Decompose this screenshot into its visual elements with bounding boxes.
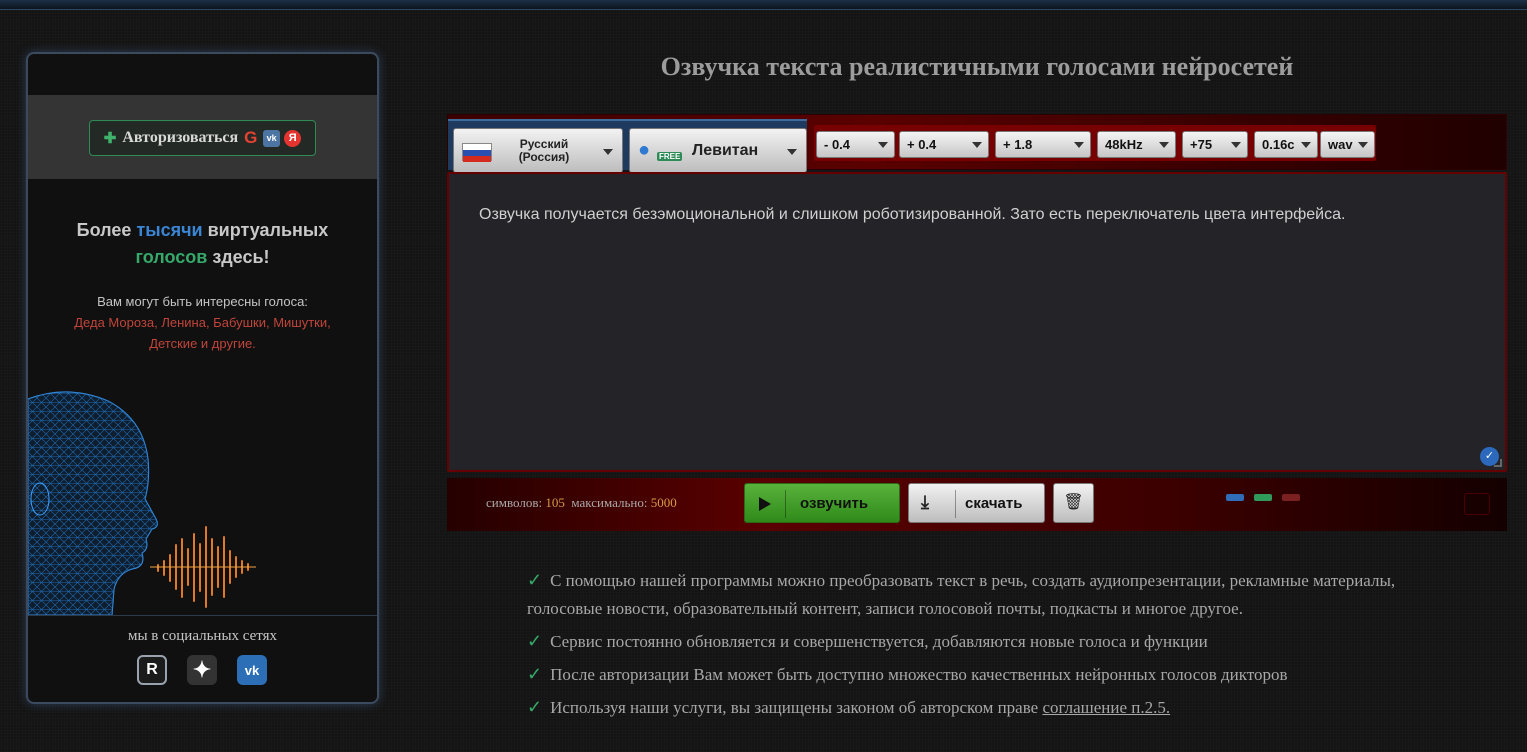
promo-voices-link[interactable]: Детские и другие. (28, 333, 377, 354)
symbols-count: 105 (545, 495, 565, 510)
format-value: wav (1328, 137, 1353, 152)
voice-label: Левитан (692, 142, 759, 159)
button-divider (785, 490, 786, 518)
pause-select[interactable]: 0.16с (1254, 131, 1318, 158)
promo-highlight: тысячи (136, 220, 203, 240)
promo-text: здесь! (207, 247, 270, 267)
rate-value: + 0.4 (907, 137, 937, 152)
check-icon: ✓ (527, 570, 543, 590)
authorize-label: Авторизоваться (122, 129, 239, 146)
play-icon (759, 497, 771, 511)
volume-select[interactable]: + 1.8 (995, 131, 1091, 158)
social-divider (28, 615, 377, 616)
chevron-down-icon (1159, 142, 1169, 148)
rate-select[interactable]: + 0.4 (899, 131, 989, 158)
format-select[interactable]: wav (1320, 131, 1375, 158)
feature-item: ✓ С помощью нашей программы можно преобра… (527, 566, 1397, 623)
promo-sub-text: Вам могут быть интересны голоса: (97, 294, 308, 309)
character-counter: символов: 105 максимально: 5000 (486, 495, 677, 511)
voice-toolbar: Русский (Россия) ● FREE Левитан - 0.4 + … (447, 114, 1507, 173)
sample-rate-select[interactable]: 48kHz (1097, 131, 1176, 158)
free-badge: FREE (657, 152, 683, 161)
theme-blue-toggle[interactable] (1226, 494, 1244, 501)
zen-icon[interactable]: ✦ (187, 655, 217, 685)
vk-icon[interactable]: vk (263, 129, 281, 147)
feature-item: ✓ Используя наши услуги, вы защищены зако… (527, 693, 1397, 722)
chevron-down-icon (878, 142, 888, 148)
theme-green-toggle[interactable] (1254, 494, 1272, 501)
voice-group: Русский (Россия) ● FREE Левитан (448, 119, 807, 173)
authorize-button[interactable]: ✚ Авторизоваться G vk Я (89, 120, 316, 156)
download-label: скачать (965, 495, 1023, 512)
trash-icon: 🗑 (1063, 494, 1084, 511)
symbols-label: символов: (486, 495, 543, 510)
language-region: (Россия) (518, 150, 570, 164)
check-icon: ✓ (527, 631, 543, 651)
language-label: Русский (Россия) (502, 138, 586, 164)
google-icon[interactable]: G (242, 128, 259, 147)
pause-value: 0.16с (1262, 137, 1295, 152)
chevron-down-icon (972, 142, 982, 148)
fullscreen-icon[interactable] (1464, 493, 1490, 515)
pitch-select[interactable]: - 0.4 (816, 131, 895, 158)
promo-subtitle: Вам могут быть интересны голоса: Деда Мо… (28, 291, 377, 354)
check-icon: ✓ (527, 664, 543, 684)
chevron-down-icon (1231, 142, 1241, 148)
promo-highlight: голосов (135, 247, 208, 267)
feature-item: ✓ После авторизации Вам может быть доступ… (527, 660, 1397, 689)
page-title: Озвучка текста реалистичными голосами не… (660, 52, 1294, 81)
promo-title: Более тысячи виртуальных голосов здесь! (28, 217, 377, 271)
user-icon: ● (638, 139, 651, 161)
chevron-down-icon (1358, 142, 1368, 148)
add-user-icon: ✚ (103, 130, 117, 147)
clear-button[interactable]: 🗑 (1053, 483, 1094, 523)
feature-text: Сервис постоянно обновляется и совершенс… (550, 632, 1208, 651)
check-icon: ✓ (527, 697, 543, 717)
theme-red-toggle[interactable] (1282, 494, 1300, 501)
ai-head-illustration (28, 391, 256, 615)
chevron-down-icon (1074, 142, 1084, 148)
features-list: ✓ С помощью нашей программы можно преобра… (527, 566, 1397, 726)
voice-parameters: - 0.4 + 0.4 + 1.8 48kHz +75 0.16с wav (814, 125, 1376, 161)
resize-handle[interactable] (1494, 459, 1502, 467)
promo-text: виртуальных (202, 220, 329, 240)
text-input[interactable]: Озвучка получается безэмоциональной и сл… (447, 172, 1507, 472)
feature-item: ✓ Сервис постоянно обновляется и совершен… (527, 627, 1397, 656)
speak-label: озвучить (800, 495, 869, 512)
chevron-down-icon (1301, 142, 1311, 148)
agreement-link[interactable]: соглашение п.2.5. (1042, 698, 1170, 717)
yandex-icon[interactable]: Я (284, 129, 302, 147)
auth-section: ✚ Авторизоваться G vk Я (28, 95, 377, 179)
sidebar: ✚ Авторизоваться G vk Я Более тысячи вир… (26, 52, 379, 704)
feature-text: После авторизации Вам может быть доступн… (550, 665, 1288, 684)
chevron-down-icon (603, 149, 613, 155)
language-select[interactable]: Русский (Россия) (453, 128, 623, 173)
rutube-icon[interactable]: R (137, 655, 167, 685)
feature-text: С помощью нашей программы можно преобраз… (527, 571, 1396, 618)
input-text: Озвучка получается безэмоциональной и сл… (479, 206, 1346, 223)
top-bar (0, 0, 1527, 10)
max-label: максимально: (571, 495, 648, 510)
sample-rate-value: 48kHz (1105, 137, 1143, 152)
social-links: R ✦ vk (137, 655, 267, 685)
download-button[interactable]: ⤓ скачать (908, 483, 1045, 523)
download-icon: ⤓ (921, 492, 929, 512)
action-bar: символов: 105 максимально: 5000 озвучить… (447, 478, 1507, 531)
emotion-value: +75 (1190, 137, 1213, 152)
max-count: 5000 (650, 495, 677, 510)
speak-button[interactable]: озвучить (744, 483, 900, 523)
voice-select[interactable]: ● FREE Левитан (629, 128, 807, 173)
button-divider (955, 490, 956, 518)
pitch-value: - 0.4 (824, 137, 851, 152)
russia-flag-icon (462, 143, 492, 162)
social-title: мы в социальных сетях (127, 628, 278, 644)
emotion-select[interactable]: +75 (1182, 131, 1248, 158)
feature-text: Используя наши услуги, вы защищены закон… (550, 698, 1043, 717)
promo-text: Более (76, 220, 137, 240)
promo-voices-link[interactable]: Деда Мороза, Ленина, Бабушки, Мишутки, (28, 312, 377, 333)
vk-social-icon[interactable]: vk (237, 655, 267, 685)
volume-value: + 1.8 (1003, 137, 1033, 152)
chevron-down-icon (787, 149, 797, 155)
